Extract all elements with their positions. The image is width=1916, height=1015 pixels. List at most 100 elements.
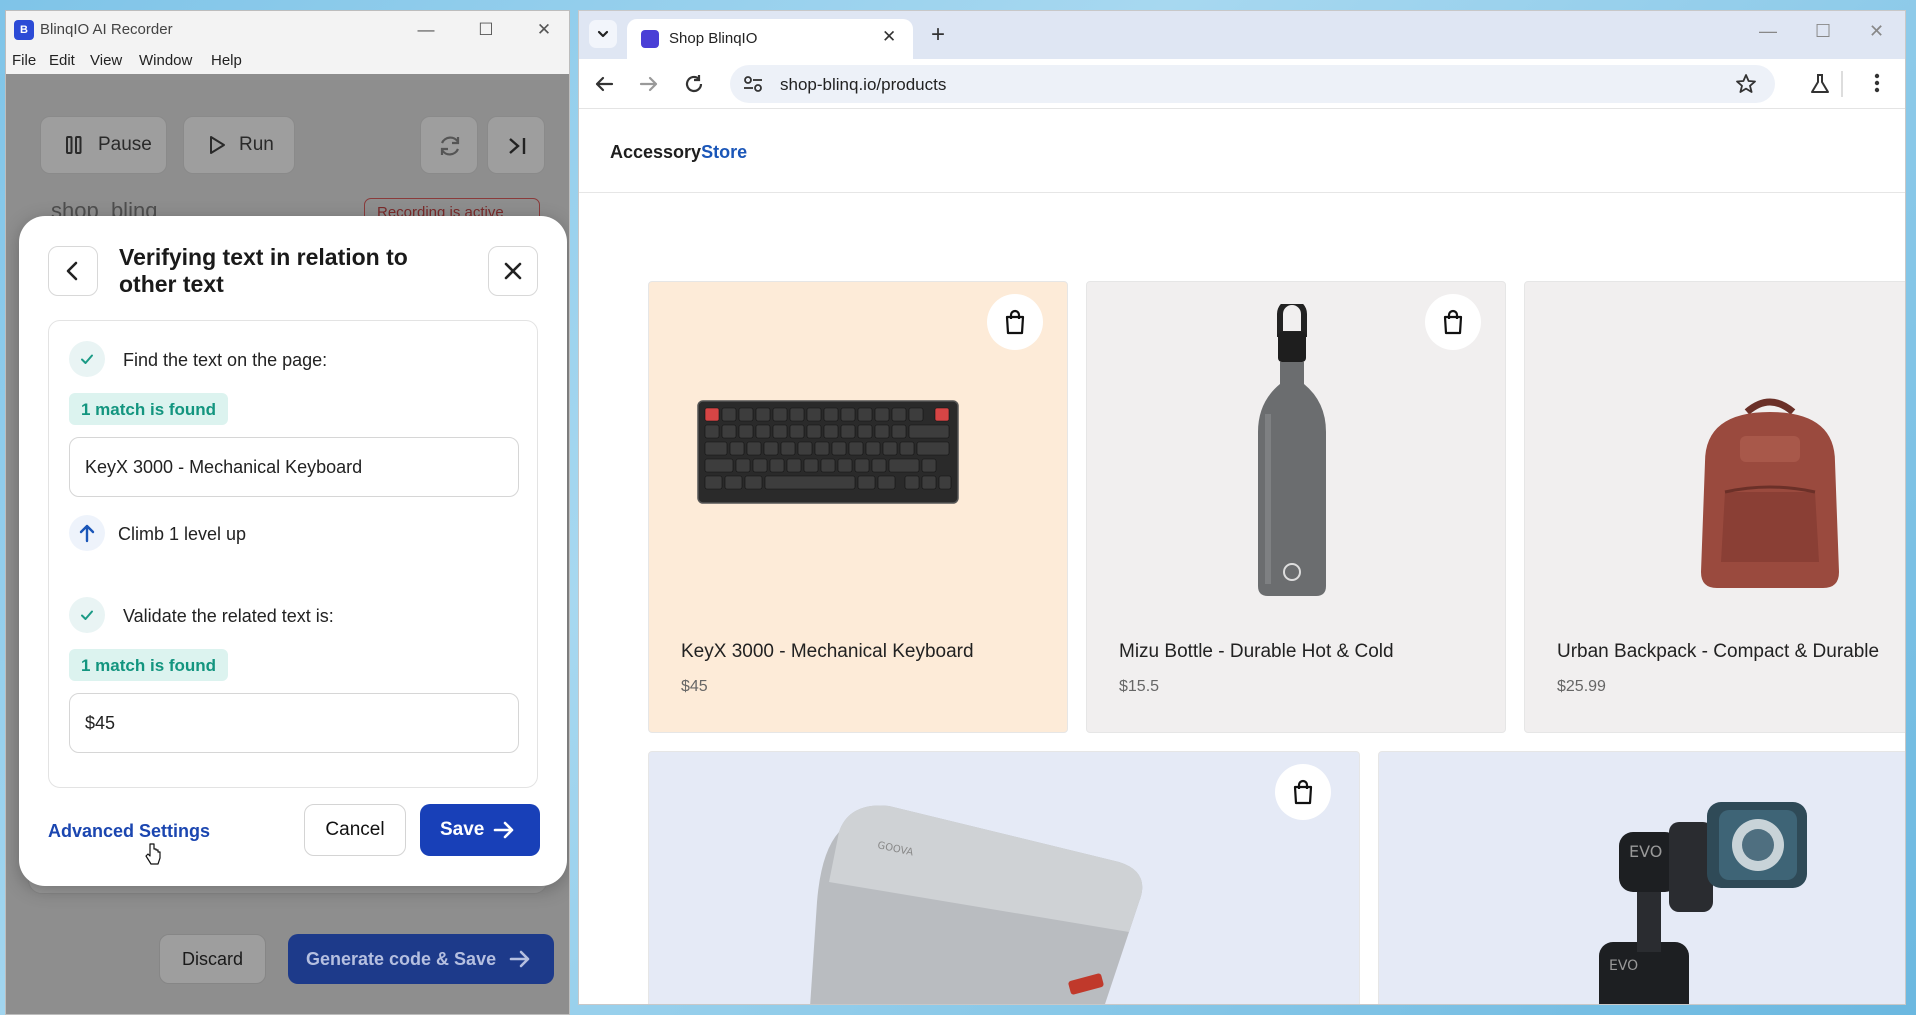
bookmark-star-icon[interactable] (1735, 73, 1757, 100)
product-card[interactable]: EVO EVO (1378, 751, 1905, 1004)
product-price: $45 (681, 678, 708, 695)
keyboard-image (697, 400, 959, 504)
menu-bar: File Edit View Window Help (6, 48, 569, 74)
back-icon[interactable] (593, 73, 615, 100)
reload-icon[interactable] (683, 73, 705, 100)
gimbal-camera-image: EVO EVO (1599, 802, 1807, 1004)
recorder-window: B BlinqIO AI Recorder — ☐ ✕ File Edit Vi… (5, 10, 570, 1015)
find-text-label: Find the text on the page: (123, 350, 328, 370)
chevron-down-icon (597, 30, 609, 38)
pause-label: Pause (98, 134, 152, 155)
shopping-bag-icon (1293, 779, 1313, 805)
maximize-icon[interactable]: ☐ (1815, 21, 1831, 42)
backpack-image (1701, 398, 1839, 588)
tab-bar: Shop BlinqIO ✕ + — ☐ ✕ (579, 11, 1905, 59)
pause-icon (63, 134, 85, 156)
more-menu-icon[interactable] (1874, 72, 1880, 99)
generate-code-save-button[interactable]: Generate code & Save (288, 934, 554, 984)
power-bank-image: GOOVA (810, 805, 1143, 1004)
discard-button[interactable]: Discard (159, 934, 266, 984)
advanced-settings-link[interactable]: Advanced Settings (48, 821, 210, 842)
forward-icon[interactable] (638, 73, 660, 100)
save-button[interactable]: Save (420, 804, 540, 856)
menu-view[interactable]: View (90, 52, 122, 69)
brand-main: Accessory (610, 142, 702, 162)
close-icon (504, 262, 522, 280)
product-price: $25.99 (1557, 678, 1606, 695)
modal-title: Verifying text in relation to other text (119, 244, 408, 297)
site-info-icon[interactable] (742, 74, 764, 99)
minimize-icon[interactable]: — (1759, 21, 1777, 42)
app-logo-icon: B (14, 20, 34, 40)
shopping-bag-icon (1005, 309, 1025, 335)
skip-to-end-button[interactable] (487, 116, 545, 174)
product-name[interactable]: Mizu Bottle - Durable Hot & Cold (1119, 641, 1394, 663)
skip-end-icon (504, 133, 530, 165)
favicon-icon (641, 30, 659, 48)
cancel-button[interactable]: Cancel (304, 804, 406, 856)
arrow-up-icon (69, 515, 105, 551)
add-to-cart-button[interactable] (1425, 294, 1481, 350)
browser-toolbar: shop-blinq.io/products (579, 59, 1905, 109)
steps-container: Find the text on the page: 1 match is fo… (48, 320, 538, 788)
product-card[interactable]: KeyX 3000 - Mechanical Keyboard $45 (648, 281, 1068, 733)
maximize-icon[interactable]: ☐ (466, 16, 506, 44)
tab-title: Shop BlinqIO (669, 30, 758, 47)
gimbal-brand-lower: EVO (1609, 958, 1638, 974)
brand-accent: Store (701, 142, 748, 162)
refresh-icon (437, 133, 463, 165)
address-bar[interactable]: shop-blinq.io/products (730, 65, 1775, 103)
refresh-button[interactable] (420, 116, 478, 174)
run-button[interactable]: Run (183, 116, 295, 174)
close-modal-button[interactable] (488, 246, 538, 296)
chevron-left-icon (66, 261, 78, 281)
shopping-bag-icon (1443, 309, 1463, 335)
match-badge: 1 match is found (69, 649, 229, 681)
mouse-pointer-icon (144, 842, 162, 871)
product-price: $15.5 (1119, 678, 1160, 695)
close-window-icon[interactable]: ✕ (1869, 21, 1884, 42)
menu-window[interactable]: Window (139, 52, 192, 69)
gimbal-brand: EVO (1629, 842, 1662, 861)
url-text: shop-blinq.io/products (780, 75, 947, 94)
check-icon (69, 597, 105, 633)
close-window-icon[interactable]: ✕ (524, 16, 564, 44)
generate-label: Generate code & Save (306, 949, 497, 969)
product-card[interactable]: GOOVA (648, 751, 1360, 1004)
climb-level-label[interactable]: Climb 1 level up (118, 524, 246, 545)
product-name[interactable]: KeyX 3000 - Mechanical Keyboard (681, 641, 974, 663)
product-name[interactable]: Urban Backpack - Compact & Durable (1557, 641, 1879, 663)
labs-flask-icon[interactable] (1809, 73, 1831, 100)
arrow-right-icon (492, 819, 516, 847)
run-label: Run (239, 134, 274, 155)
menu-edit[interactable]: Edit (49, 52, 75, 69)
add-to-cart-button[interactable] (987, 294, 1043, 350)
bottle-image (1258, 304, 1326, 596)
brand-logo[interactable]: AccessoryStore (610, 142, 747, 163)
minimize-icon[interactable]: — (406, 16, 446, 44)
browser-window: Shop BlinqIO ✕ + — ☐ ✕ shop-blinq.io/pro… (578, 10, 1906, 1005)
save-label: Save (440, 819, 485, 840)
product-card[interactable]: Urban Backpack - Compact & Durable $25.9… (1524, 281, 1905, 733)
validate-text-input[interactable]: $45 (69, 693, 519, 753)
tab-search-button[interactable] (589, 20, 617, 48)
validate-text-label: Validate the related text is: (123, 606, 334, 626)
find-text-input[interactable]: KeyX 3000 - Mechanical Keyboard (69, 437, 519, 497)
add-to-cart-button[interactable] (1275, 764, 1331, 820)
product-card[interactable]: Mizu Bottle - Durable Hot & Cold $15.5 (1086, 281, 1506, 733)
pause-button[interactable]: Pause (40, 116, 167, 174)
recorder-titlebar: B BlinqIO AI Recorder — ☐ ✕ (6, 11, 569, 48)
arrow-right-icon (508, 948, 532, 975)
verify-text-modal: Verifying text in relation to other text… (19, 216, 567, 886)
back-button[interactable] (48, 246, 98, 296)
menu-help[interactable]: Help (211, 52, 242, 69)
menu-file[interactable]: File (12, 52, 36, 69)
match-badge: 1 match is found (69, 393, 229, 425)
window-title: BlinqIO AI Recorder (40, 21, 173, 38)
toolbar-divider (1841, 71, 1843, 97)
close-tab-icon[interactable]: ✕ (882, 27, 896, 47)
play-icon (206, 134, 228, 156)
site-header: AccessoryStore (579, 109, 1905, 193)
new-tab-icon[interactable]: + (931, 21, 945, 49)
active-tab[interactable]: Shop BlinqIO ✕ (627, 19, 913, 59)
